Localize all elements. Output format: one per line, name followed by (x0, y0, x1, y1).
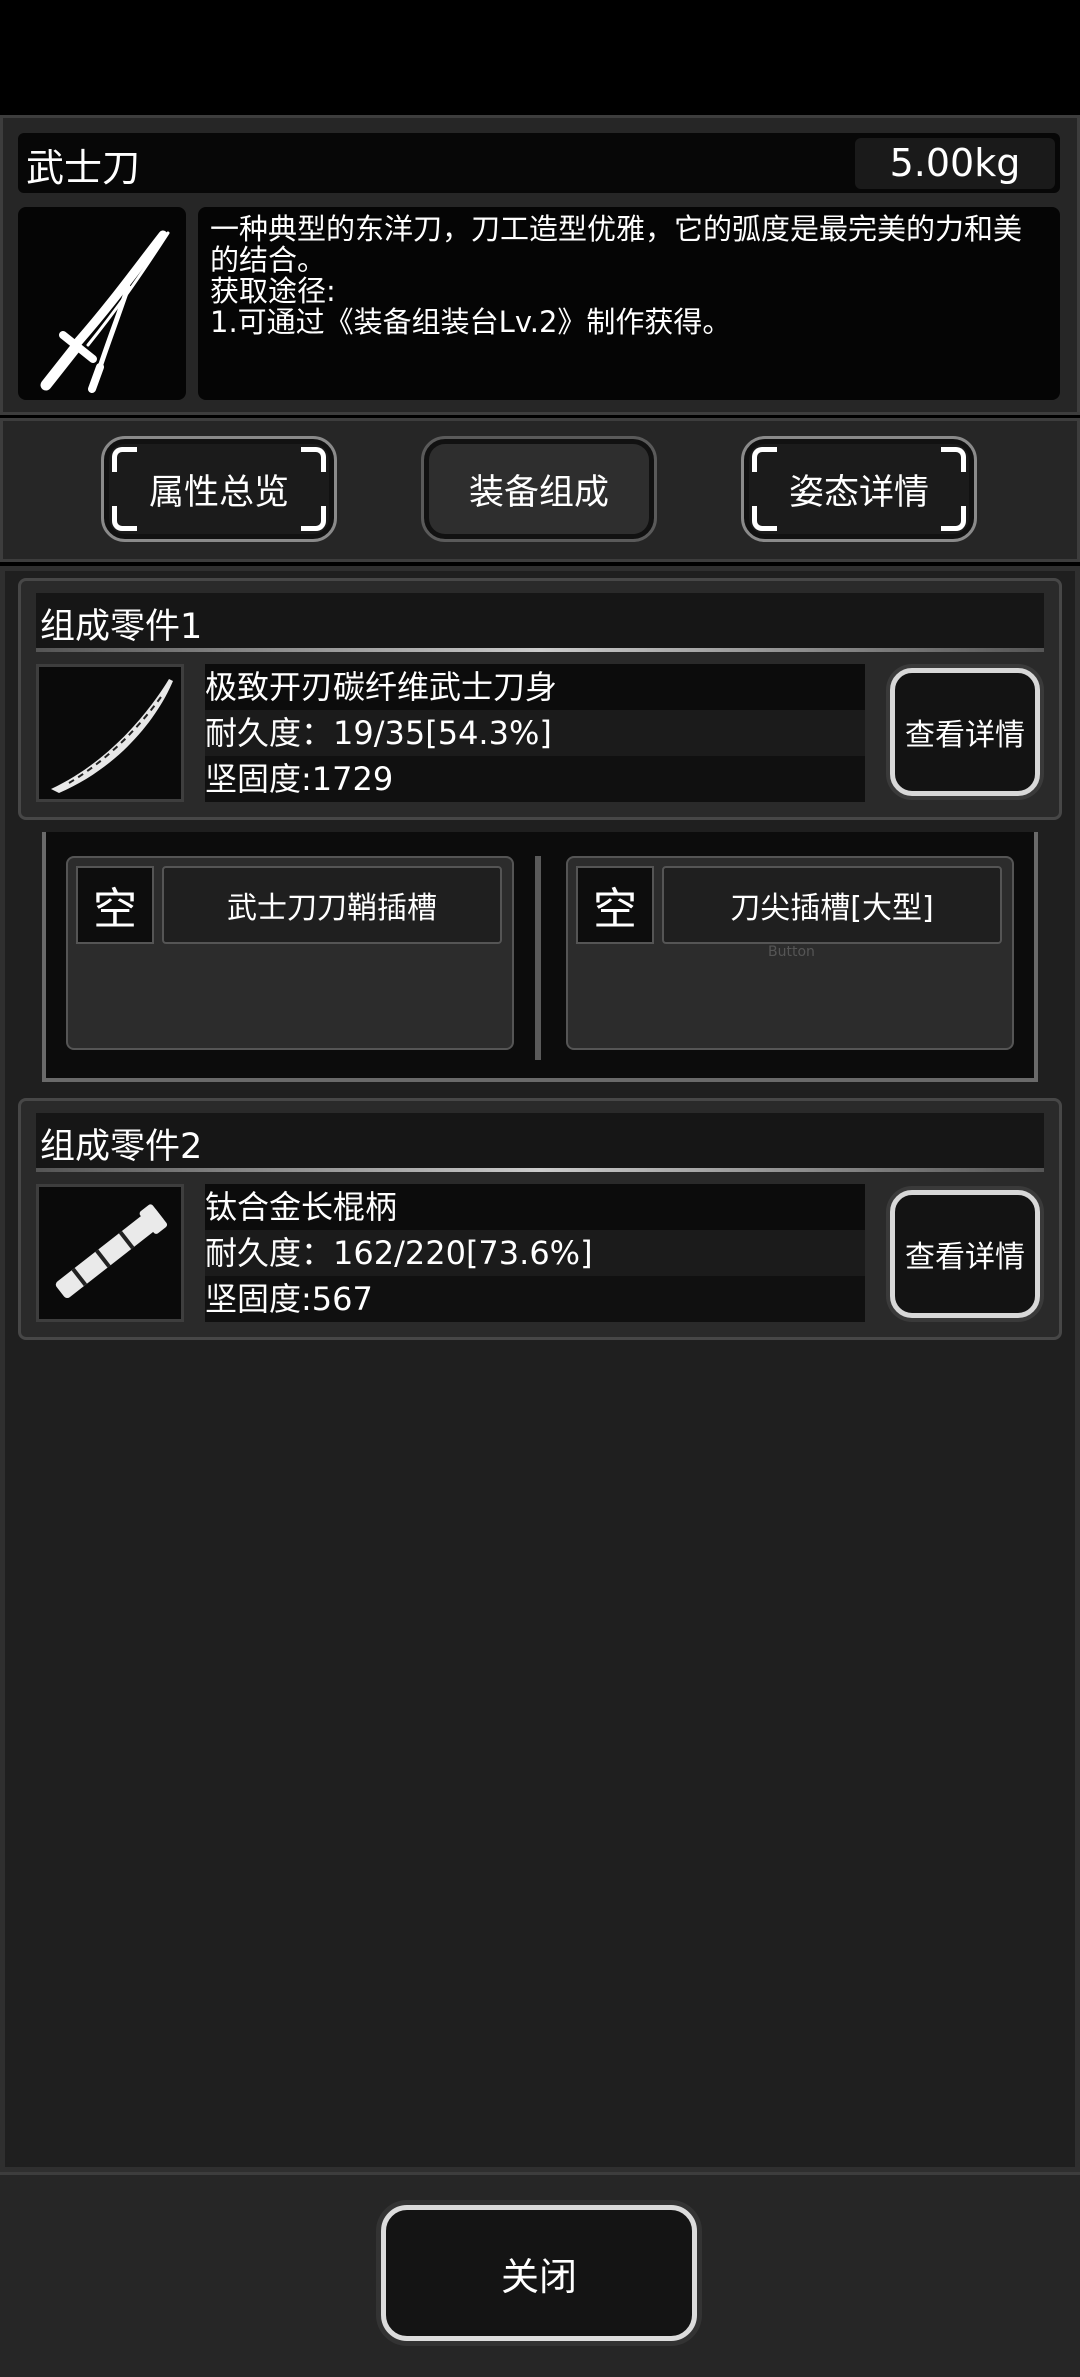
description-line: 的结合。 (210, 243, 327, 277)
item-description: 一种典型的东洋刀，刀工造型优雅，它的弧度是最完美的力和美 的结合。 获取途径: … (210, 214, 1055, 338)
slot-name: 刀尖插槽[大型] (662, 866, 1002, 944)
part-title: 组成零件2 (40, 1127, 203, 1167)
tab-attribute-overview[interactable]: 属性总览 (101, 436, 337, 542)
close-button[interactable]: 关闭 (381, 2205, 697, 2341)
close-label: 关闭 (500, 2254, 577, 2299)
part-hardness: 坚固度:567 (205, 1276, 865, 1322)
part-title: 组成零件1 (40, 607, 203, 647)
item-name: 武士刀 (26, 146, 141, 190)
part-name: 钛合金长棍柄 (205, 1184, 865, 1230)
tab-stance-details[interactable]: 姿态详情 (741, 436, 977, 542)
description-line: 获取途径: (210, 274, 336, 308)
handle-icon (55, 1204, 168, 1299)
slot-hint: Button (768, 944, 815, 960)
part-name: 极致开刃碳纤维武士刀身 (205, 664, 865, 710)
item-weight: 5.00kg (889, 141, 1021, 185)
part-hardness: 坚固度:1729 (205, 756, 865, 802)
part-thumbnail (36, 664, 184, 802)
slot-empty-indicator: 空 (76, 866, 154, 944)
part-header-divider (36, 648, 1044, 652)
view-details-button[interactable]: 查看详情 (890, 1190, 1040, 1318)
tab-label: 装备组成 (468, 472, 609, 513)
description-line: 1.可通过《装备组装台Lv.2》制作获得。 (210, 305, 732, 339)
view-details-label: 查看详情 (905, 718, 1025, 753)
part-header-divider (36, 1168, 1044, 1172)
description-line: 一种典型的东洋刀，刀工造型优雅，它的弧度是最完美的力和美 (210, 212, 1023, 246)
view-details-label: 查看详情 (905, 1240, 1025, 1275)
tab-label: 属性总览 (148, 472, 289, 513)
part-durability: 耐久度：162/220[73.6%] (205, 1230, 865, 1276)
part-durability: 耐久度：19/35[54.3%] (205, 710, 865, 756)
part-thumbnail (36, 1184, 184, 1322)
blade-icon (51, 679, 173, 793)
slot-empty-indicator: 空 (576, 866, 654, 944)
view-details-button[interactable]: 查看详情 (890, 668, 1040, 796)
katana-icon (40, 230, 170, 393)
slot-divider (535, 856, 541, 1060)
tab-equipment-composition[interactable]: 装备组成 (421, 436, 657, 542)
item-thumbnail (18, 207, 186, 400)
slot-name: 武士刀刀鞘插槽 (162, 866, 502, 944)
tab-label: 姿态详情 (788, 472, 929, 513)
